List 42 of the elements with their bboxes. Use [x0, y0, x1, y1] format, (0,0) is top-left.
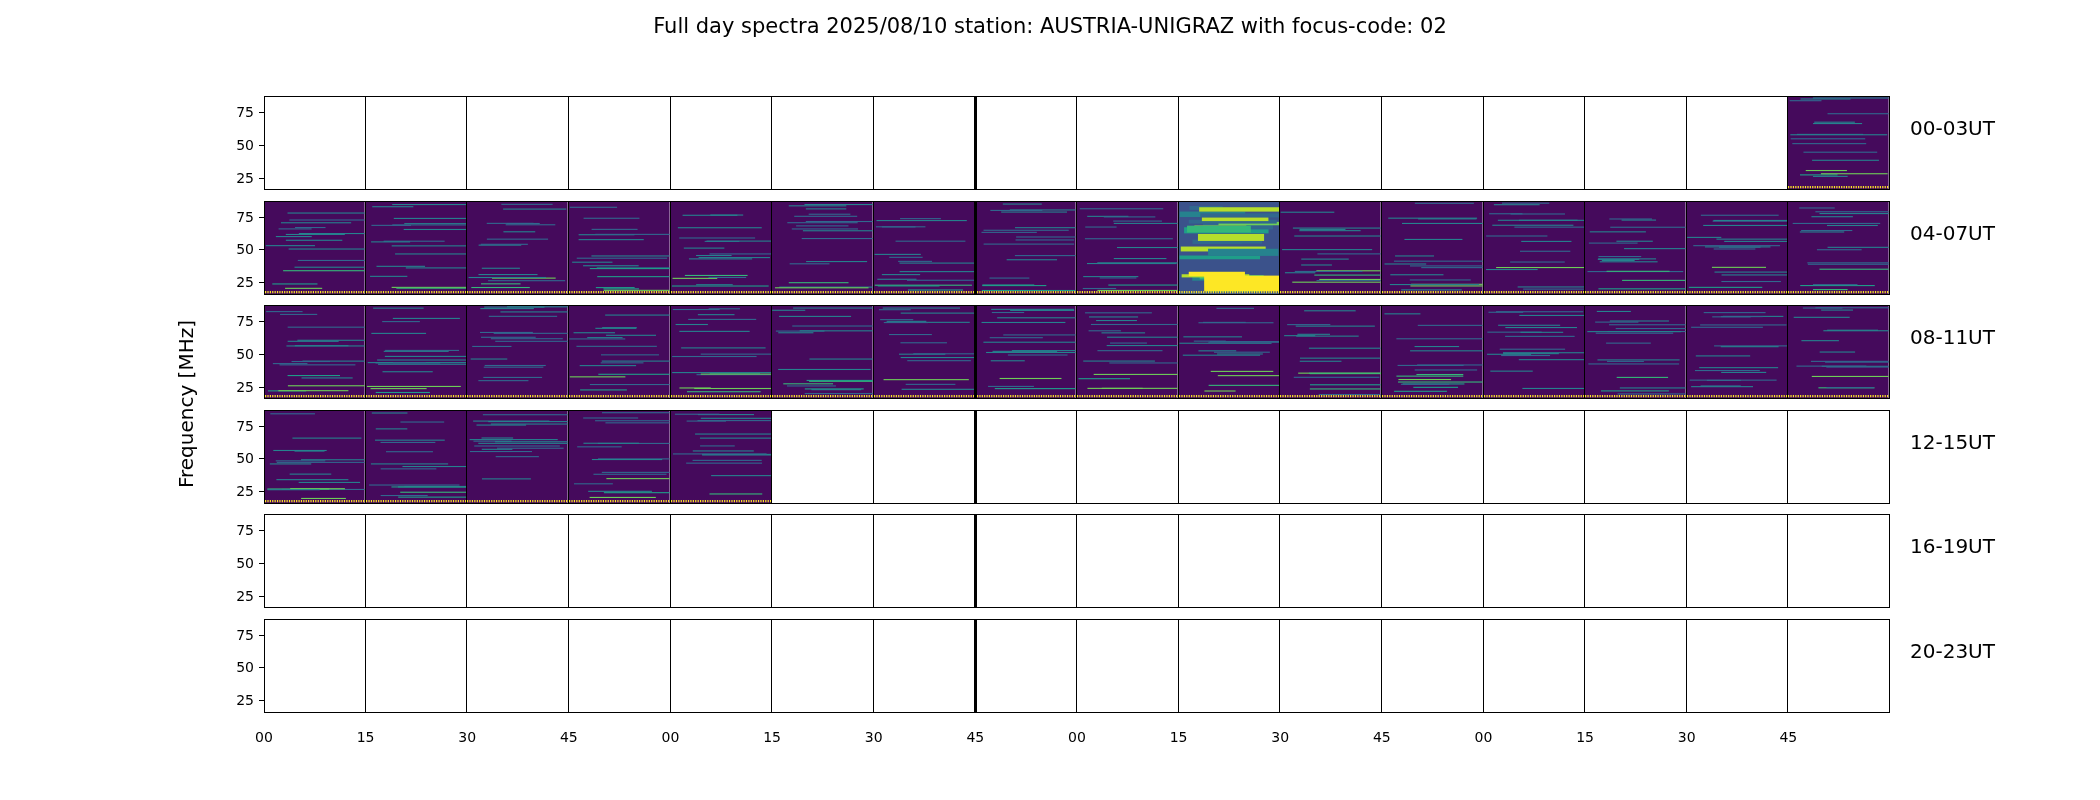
row-label: 00-03UT [1909, 115, 1995, 140]
tick-label: 15 [1169, 729, 1188, 745]
tick-label: 45 [1779, 729, 1798, 745]
tick-label: 75 [236, 417, 264, 434]
tick-label: 50 [236, 450, 264, 467]
tick-label: 75 [236, 522, 264, 539]
tick-label: 75 [236, 313, 264, 330]
tick-label: 50 [236, 136, 264, 153]
tick-label: 25 [236, 169, 264, 186]
tick-label: 75 [236, 626, 264, 643]
tick-label: 15 [356, 729, 375, 745]
tick-label: 15 [1576, 729, 1595, 745]
tick-label: 30 [458, 729, 477, 745]
tick-label: 00 [255, 729, 273, 745]
row-label: 04-07UT [1909, 219, 1995, 245]
tick-label: 50 [236, 659, 264, 676]
tick-label: 30 [864, 729, 883, 745]
tick-label: 25 [236, 274, 264, 291]
tick-label: 50 [236, 554, 264, 571]
tick-label: 45 [966, 729, 985, 745]
tick-label: 25 [236, 692, 264, 709]
tick-label: 25 [236, 378, 264, 395]
row-label: 12-15UT [1909, 428, 1995, 454]
tick-label: 50 [236, 241, 264, 258]
row-label: 20-23UT [1909, 637, 1995, 663]
chart-title: Full day spectra 2025/08/10 station: AUSTRIA-UNIGRAZ with focus-code: 02 [652, 13, 1448, 40]
tick-label: 45 [559, 729, 578, 745]
tick-label: 25 [236, 483, 264, 500]
tick-label: 00 [1474, 729, 1493, 745]
tick-label: 00 [661, 729, 680, 745]
tick-label: 75 [236, 104, 264, 121]
row-label: 16-19UT [1909, 533, 1995, 558]
row-label: 08-11UT [1909, 324, 1995, 349]
axis-label: Frequency [MHz] [174, 320, 198, 489]
tick-label: 00 [1068, 729, 1086, 745]
tick-label: 15 [763, 729, 782, 745]
tick-label: 30 [1677, 729, 1696, 745]
tick-label: 30 [1271, 729, 1290, 745]
tick-label: 45 [1372, 729, 1391, 745]
tick-label: 25 [236, 587, 264, 604]
tick-label: 50 [236, 345, 264, 362]
tick-label: 75 [236, 208, 264, 225]
